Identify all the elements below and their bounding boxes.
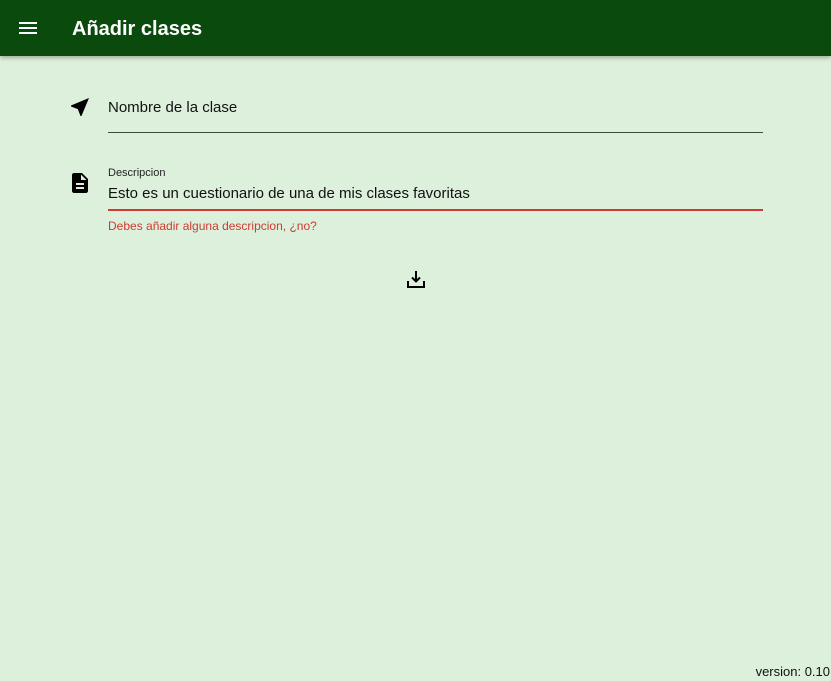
- page-title: Añadir clases: [72, 18, 203, 40]
- descripcion-field: Descripcion: [108, 164, 763, 211]
- descripcion-error: Debes añadir alguna descripcion, ¿no?: [108, 219, 317, 233]
- nombre-input[interactable]: [108, 96, 763, 118]
- menu-icon: [19, 22, 37, 34]
- save-button[interactable]: [401, 264, 431, 294]
- download-save-icon: [407, 271, 425, 288]
- menu-button[interactable]: [16, 16, 40, 40]
- navigation-arrow-icon: [68, 95, 92, 119]
- app-bar: Añadir clases: [0, 0, 831, 56]
- descripcion-input[interactable]: [108, 182, 763, 204]
- nombre-field: [108, 86, 763, 133]
- version-label: version: 0.10: [755, 664, 830, 679]
- document-icon: [68, 171, 92, 195]
- descripcion-label: Descripcion: [108, 167, 166, 179]
